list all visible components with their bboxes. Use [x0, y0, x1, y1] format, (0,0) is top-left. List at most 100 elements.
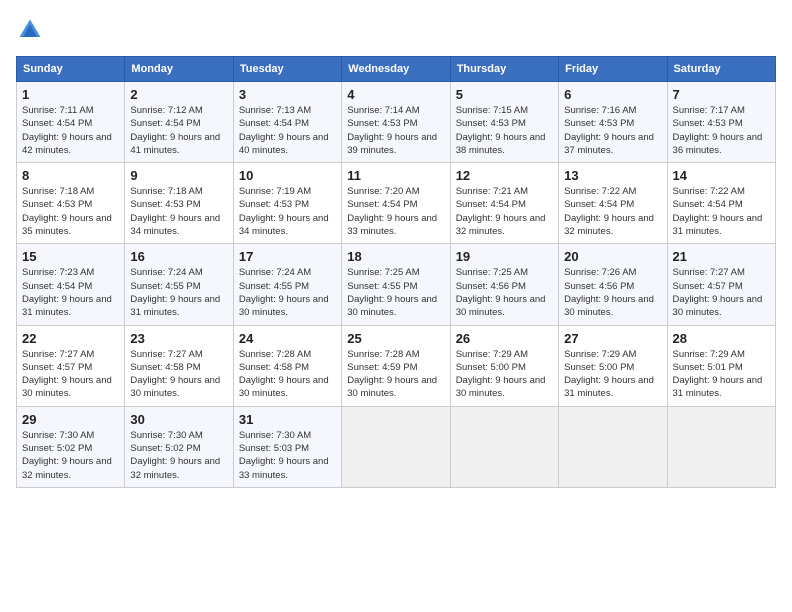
calendar-day-cell: 2 Sunrise: 7:12 AM Sunset: 4:54 PM Dayli…: [125, 82, 233, 163]
calendar-day-cell: 22 Sunrise: 7:27 AM Sunset: 4:57 PM Dayl…: [17, 325, 125, 406]
calendar-day-cell: 29 Sunrise: 7:30 AM Sunset: 5:02 PM Dayl…: [17, 406, 125, 487]
calendar-day-cell: 26 Sunrise: 7:29 AM Sunset: 5:00 PM Dayl…: [450, 325, 558, 406]
calendar-day-cell: 15 Sunrise: 7:23 AM Sunset: 4:54 PM Dayl…: [17, 244, 125, 325]
day-number: 4: [347, 87, 444, 102]
calendar-day-cell: 3 Sunrise: 7:13 AM Sunset: 4:54 PM Dayli…: [233, 82, 341, 163]
calendar-week-row: 22 Sunrise: 7:27 AM Sunset: 4:57 PM Dayl…: [17, 325, 776, 406]
calendar-week-row: 15 Sunrise: 7:23 AM Sunset: 4:54 PM Dayl…: [17, 244, 776, 325]
day-info: Sunrise: 7:29 AM Sunset: 5:00 PM Dayligh…: [456, 348, 553, 401]
day-of-week-header: Friday: [559, 57, 667, 82]
day-info: Sunrise: 7:25 AM Sunset: 4:56 PM Dayligh…: [456, 266, 553, 319]
day-number: 13: [564, 168, 661, 183]
calendar-header: SundayMondayTuesdayWednesdayThursdayFrid…: [17, 57, 776, 82]
day-number: 22: [22, 331, 119, 346]
day-info: Sunrise: 7:30 AM Sunset: 5:02 PM Dayligh…: [130, 429, 227, 482]
day-number: 31: [239, 412, 336, 427]
day-number: 1: [22, 87, 119, 102]
day-of-week-header: Monday: [125, 57, 233, 82]
calendar-day-cell: 19 Sunrise: 7:25 AM Sunset: 4:56 PM Dayl…: [450, 244, 558, 325]
day-number: 19: [456, 249, 553, 264]
day-info: Sunrise: 7:12 AM Sunset: 4:54 PM Dayligh…: [130, 104, 227, 157]
calendar-day-cell: 1 Sunrise: 7:11 AM Sunset: 4:54 PM Dayli…: [17, 82, 125, 163]
day-number: 21: [673, 249, 770, 264]
day-number: 27: [564, 331, 661, 346]
calendar-day-cell: 4 Sunrise: 7:14 AM Sunset: 4:53 PM Dayli…: [342, 82, 450, 163]
calendar-day-cell: 27 Sunrise: 7:29 AM Sunset: 5:00 PM Dayl…: [559, 325, 667, 406]
day-info: Sunrise: 7:23 AM Sunset: 4:54 PM Dayligh…: [22, 266, 119, 319]
day-info: Sunrise: 7:25 AM Sunset: 4:55 PM Dayligh…: [347, 266, 444, 319]
calendar-day-cell: 6 Sunrise: 7:16 AM Sunset: 4:53 PM Dayli…: [559, 82, 667, 163]
calendar-day-cell: 24 Sunrise: 7:28 AM Sunset: 4:58 PM Dayl…: [233, 325, 341, 406]
day-info: Sunrise: 7:27 AM Sunset: 4:57 PM Dayligh…: [673, 266, 770, 319]
day-info: Sunrise: 7:30 AM Sunset: 5:03 PM Dayligh…: [239, 429, 336, 482]
calendar-day-cell: 9 Sunrise: 7:18 AM Sunset: 4:53 PM Dayli…: [125, 163, 233, 244]
day-number: 12: [456, 168, 553, 183]
calendar-day-cell: 18 Sunrise: 7:25 AM Sunset: 4:55 PM Dayl…: [342, 244, 450, 325]
day-number: 26: [456, 331, 553, 346]
day-number: 24: [239, 331, 336, 346]
calendar-day-cell: 14 Sunrise: 7:22 AM Sunset: 4:54 PM Dayl…: [667, 163, 775, 244]
day-info: Sunrise: 7:28 AM Sunset: 4:59 PM Dayligh…: [347, 348, 444, 401]
day-number: 16: [130, 249, 227, 264]
calendar-day-cell: 5 Sunrise: 7:15 AM Sunset: 4:53 PM Dayli…: [450, 82, 558, 163]
day-of-week-header: Thursday: [450, 57, 558, 82]
day-of-week-header: Saturday: [667, 57, 775, 82]
day-info: Sunrise: 7:15 AM Sunset: 4:53 PM Dayligh…: [456, 104, 553, 157]
calendar-day-cell: 7 Sunrise: 7:17 AM Sunset: 4:53 PM Dayli…: [667, 82, 775, 163]
day-info: Sunrise: 7:28 AM Sunset: 4:58 PM Dayligh…: [239, 348, 336, 401]
day-info: Sunrise: 7:16 AM Sunset: 4:53 PM Dayligh…: [564, 104, 661, 157]
day-number: 18: [347, 249, 444, 264]
calendar-day-cell: 11 Sunrise: 7:20 AM Sunset: 4:54 PM Dayl…: [342, 163, 450, 244]
calendar-day-cell: 12 Sunrise: 7:21 AM Sunset: 4:54 PM Dayl…: [450, 163, 558, 244]
day-info: Sunrise: 7:17 AM Sunset: 4:53 PM Dayligh…: [673, 104, 770, 157]
calendar-day-cell: 13 Sunrise: 7:22 AM Sunset: 4:54 PM Dayl…: [559, 163, 667, 244]
day-info: Sunrise: 7:24 AM Sunset: 4:55 PM Dayligh…: [239, 266, 336, 319]
page-header: [16, 16, 776, 44]
day-number: 15: [22, 249, 119, 264]
day-number: 7: [673, 87, 770, 102]
day-info: Sunrise: 7:26 AM Sunset: 4:56 PM Dayligh…: [564, 266, 661, 319]
calendar-day-cell: 23 Sunrise: 7:27 AM Sunset: 4:58 PM Dayl…: [125, 325, 233, 406]
calendar-day-cell: 16 Sunrise: 7:24 AM Sunset: 4:55 PM Dayl…: [125, 244, 233, 325]
calendar-day-cell: 20 Sunrise: 7:26 AM Sunset: 4:56 PM Dayl…: [559, 244, 667, 325]
calendar-day-cell: 28 Sunrise: 7:29 AM Sunset: 5:01 PM Dayl…: [667, 325, 775, 406]
day-number: 10: [239, 168, 336, 183]
days-of-week-row: SundayMondayTuesdayWednesdayThursdayFrid…: [17, 57, 776, 82]
calendar-week-row: 1 Sunrise: 7:11 AM Sunset: 4:54 PM Dayli…: [17, 82, 776, 163]
day-number: 25: [347, 331, 444, 346]
day-number: 23: [130, 331, 227, 346]
calendar-day-cell: 17 Sunrise: 7:24 AM Sunset: 4:55 PM Dayl…: [233, 244, 341, 325]
calendar-day-cell: [559, 406, 667, 487]
day-number: 8: [22, 168, 119, 183]
day-number: 11: [347, 168, 444, 183]
day-info: Sunrise: 7:18 AM Sunset: 4:53 PM Dayligh…: [22, 185, 119, 238]
day-number: 30: [130, 412, 227, 427]
calendar-day-cell: [667, 406, 775, 487]
day-number: 17: [239, 249, 336, 264]
day-info: Sunrise: 7:20 AM Sunset: 4:54 PM Dayligh…: [347, 185, 444, 238]
day-number: 28: [673, 331, 770, 346]
day-info: Sunrise: 7:22 AM Sunset: 4:54 PM Dayligh…: [564, 185, 661, 238]
day-number: 14: [673, 168, 770, 183]
day-of-week-header: Tuesday: [233, 57, 341, 82]
day-number: 9: [130, 168, 227, 183]
calendar-day-cell: 25 Sunrise: 7:28 AM Sunset: 4:59 PM Dayl…: [342, 325, 450, 406]
day-info: Sunrise: 7:18 AM Sunset: 4:53 PM Dayligh…: [130, 185, 227, 238]
day-info: Sunrise: 7:19 AM Sunset: 4:53 PM Dayligh…: [239, 185, 336, 238]
day-info: Sunrise: 7:22 AM Sunset: 4:54 PM Dayligh…: [673, 185, 770, 238]
day-info: Sunrise: 7:11 AM Sunset: 4:54 PM Dayligh…: [22, 104, 119, 157]
calendar-day-cell: 21 Sunrise: 7:27 AM Sunset: 4:57 PM Dayl…: [667, 244, 775, 325]
day-number: 29: [22, 412, 119, 427]
calendar-day-cell: [342, 406, 450, 487]
calendar-week-row: 8 Sunrise: 7:18 AM Sunset: 4:53 PM Dayli…: [17, 163, 776, 244]
day-of-week-header: Sunday: [17, 57, 125, 82]
day-info: Sunrise: 7:27 AM Sunset: 4:57 PM Dayligh…: [22, 348, 119, 401]
logo: [16, 16, 48, 44]
day-number: 5: [456, 87, 553, 102]
day-of-week-header: Wednesday: [342, 57, 450, 82]
day-info: Sunrise: 7:24 AM Sunset: 4:55 PM Dayligh…: [130, 266, 227, 319]
calendar-day-cell: [450, 406, 558, 487]
calendar-day-cell: 30 Sunrise: 7:30 AM Sunset: 5:02 PM Dayl…: [125, 406, 233, 487]
day-info: Sunrise: 7:27 AM Sunset: 4:58 PM Dayligh…: [130, 348, 227, 401]
day-info: Sunrise: 7:13 AM Sunset: 4:54 PM Dayligh…: [239, 104, 336, 157]
